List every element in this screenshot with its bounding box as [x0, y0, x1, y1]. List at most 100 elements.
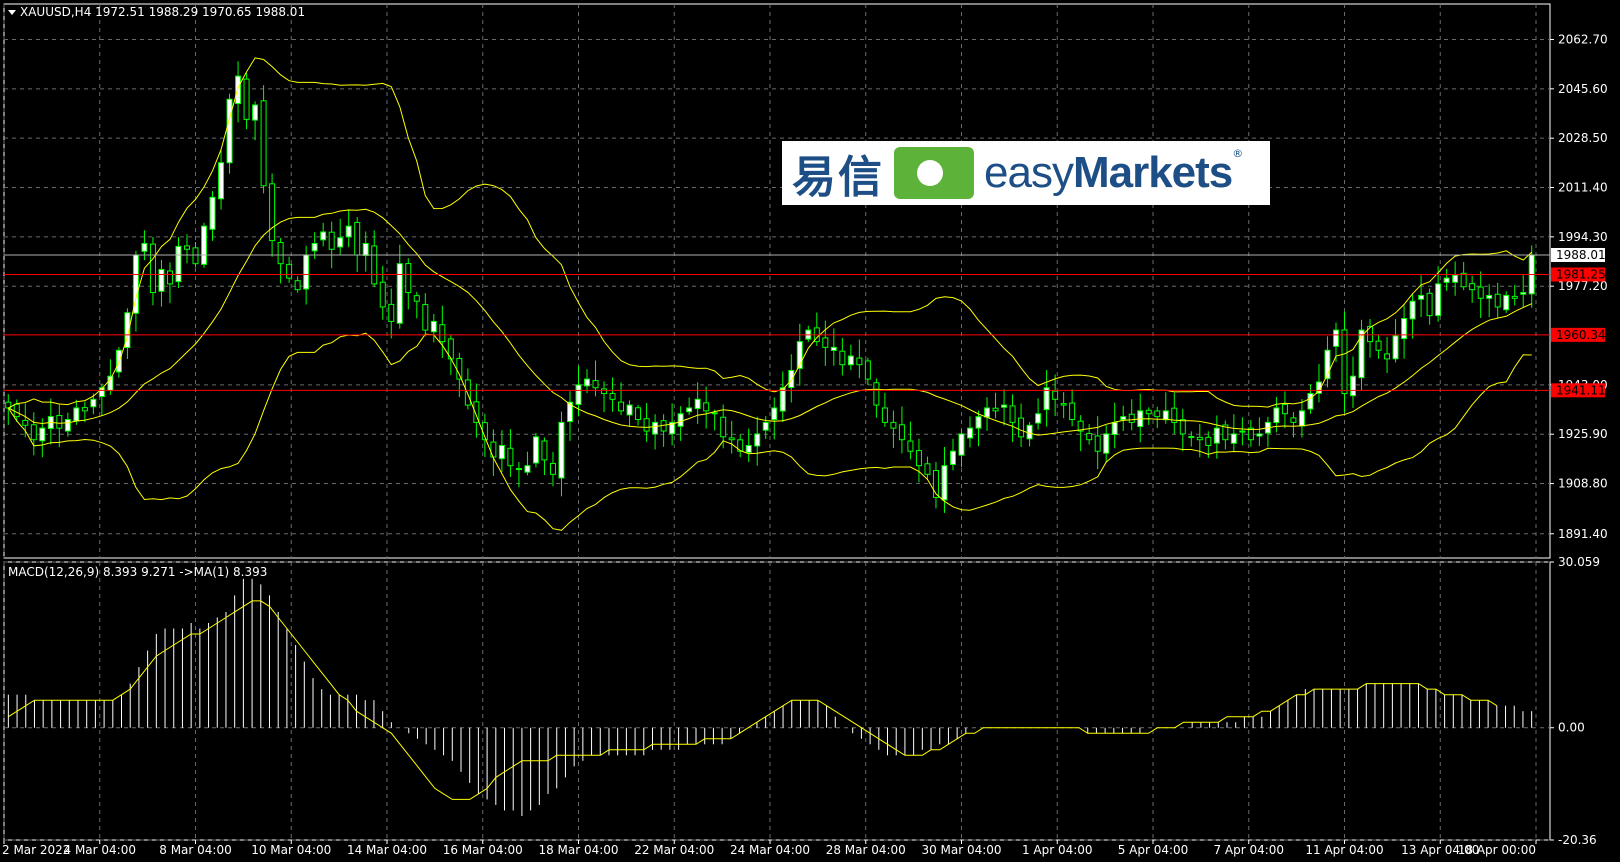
candle-bull: [1256, 433, 1263, 437]
candle-bear: [286, 263, 293, 279]
x-tick-label: 10 Mar 04:00: [251, 843, 331, 857]
candle-bear: [166, 270, 173, 285]
candle-bull: [967, 427, 974, 439]
candle-bull: [1162, 410, 1169, 421]
logo-registered-mark: ®: [1232, 147, 1244, 160]
candle-bear: [422, 304, 429, 331]
broker-logo: 易信 easyMarkets ®: [782, 141, 1270, 205]
candle-bull: [430, 320, 437, 333]
candle-bull: [303, 254, 310, 290]
candle-bear: [464, 379, 471, 406]
candle-bull: [1486, 294, 1493, 299]
candle-bull: [218, 162, 225, 200]
candle-bull: [201, 225, 208, 265]
candle-bull: [1401, 318, 1408, 340]
candle-bear: [822, 337, 829, 348]
candle-bull: [575, 384, 582, 405]
candle-bear: [915, 450, 922, 467]
candle-bear: [243, 78, 250, 120]
candle-bull: [984, 407, 991, 418]
candle-bear: [1494, 293, 1501, 308]
candle-bear: [711, 412, 718, 415]
candle-bear: [183, 245, 190, 250]
candle-bear: [1511, 295, 1518, 299]
candle-bull: [1332, 329, 1339, 347]
candle-bull: [311, 242, 318, 252]
candle-bear: [1145, 409, 1152, 415]
candle-bull: [1043, 387, 1050, 411]
candle-bull: [830, 346, 837, 351]
candle-bear: [439, 324, 446, 343]
candle-bull: [779, 387, 786, 412]
candle-bear: [856, 357, 863, 366]
chart-window: 2 Mar 2022 4 Mar 04:00 8 Mar 04:00 10 Mar 0…: [0, 0, 1620, 862]
candle-bear: [277, 241, 284, 265]
x-tick-label: 8 Mar 04:00: [159, 843, 232, 857]
candle-bull: [686, 407, 693, 413]
candle-bull: [1213, 427, 1220, 444]
candle-bull: [788, 369, 795, 389]
candle-bear: [405, 263, 412, 294]
x-tick-label: 5 Apr 04:00: [1118, 843, 1189, 857]
candle-bear: [1086, 433, 1093, 441]
candle-bear: [1460, 272, 1467, 288]
candle-bear: [924, 463, 931, 475]
collapse-triangle-icon: [8, 10, 16, 15]
candle-bear: [839, 350, 846, 366]
candle-bear: [1018, 417, 1025, 438]
candle-bear: [1205, 436, 1212, 446]
candle-bull: [1452, 274, 1459, 283]
candle-bear: [873, 382, 880, 406]
candle-bear: [907, 440, 914, 452]
price-tick-label: 1994.30: [1558, 230, 1608, 244]
candle-bull: [141, 242, 148, 252]
chart-canvas[interactable]: 2 Mar 20224 Mar 04:00 8 Mar 04:00 10 Mar 0…: [0, 0, 1620, 862]
candle-bull: [362, 242, 369, 256]
candle-bull: [252, 104, 259, 121]
candle-bull: [1298, 410, 1305, 427]
candle-bear: [149, 243, 156, 294]
price-tick-label: 2028.50: [1558, 131, 1608, 145]
symbol-header: XAUUSD,H4 1972.51 1988.29 1970.65 1988.0…: [20, 5, 305, 19]
candle-bear: [1154, 410, 1161, 418]
candle-bear: [388, 303, 395, 322]
candle-bull: [1350, 375, 1357, 397]
candle-bull: [652, 421, 659, 435]
candle-bear: [269, 183, 276, 242]
macd-tick-label: -20.36: [1558, 833, 1597, 847]
macd-signal-line: [8, 600, 1498, 800]
candle-bear: [30, 424, 37, 441]
candle-bear: [1128, 413, 1135, 423]
candle-bear: [1477, 286, 1484, 299]
candle-bull: [39, 427, 46, 442]
x-tick-label: 2 Mar 2022: [2, 843, 70, 857]
candle-bull: [345, 225, 352, 238]
candle-bear: [1188, 436, 1195, 439]
candle-bull: [975, 416, 982, 429]
candle-bear: [1426, 292, 1433, 317]
candle-bear: [371, 245, 378, 285]
price-tick-label: 1925.90: [1558, 427, 1608, 441]
candle-bull: [1418, 294, 1425, 300]
x-tick-label: 30 Mar 04:00: [921, 843, 1001, 857]
candle-bull: [626, 404, 633, 416]
candle-bull: [941, 465, 948, 501]
candle-bear: [728, 437, 735, 441]
candle-bull: [115, 349, 122, 373]
candle-bull: [1503, 294, 1510, 311]
candle-bull: [1239, 430, 1246, 433]
logo-english: easyMarkets: [984, 148, 1233, 197]
candle-bull: [745, 444, 752, 453]
candle-bear: [1052, 390, 1059, 400]
candle-bear: [1281, 403, 1288, 415]
candle-bear: [456, 357, 463, 380]
candle-bull: [498, 444, 505, 460]
candle-bull: [175, 245, 182, 283]
candle-bear: [515, 468, 522, 471]
candle-bull: [1435, 283, 1442, 317]
candle-bear: [635, 407, 642, 420]
x-tick-label: 22 Mar 04:00: [634, 843, 714, 857]
x-tick-label: 14 Mar 04:00: [347, 843, 427, 857]
candle-bull: [558, 421, 565, 479]
price-tick-label: 2011.40: [1558, 181, 1608, 195]
